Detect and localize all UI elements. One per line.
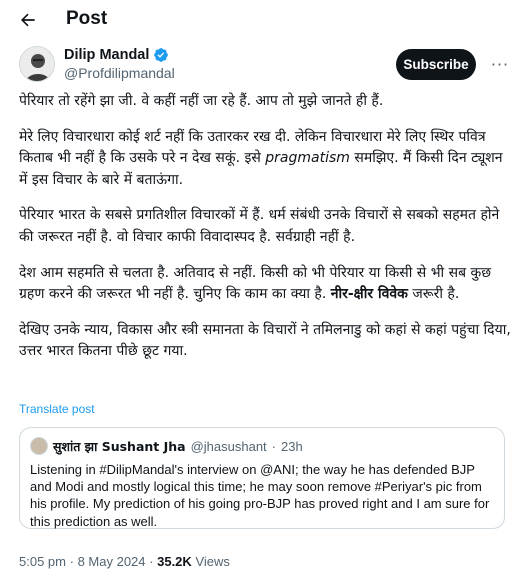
post-paragraph: मेरे लिए विचारधारा कोई शर्ट नहीं कि उतार… bbox=[19, 127, 513, 192]
quoted-post-header: सुशांत झा Sushant Jha @jhasushant · 23h bbox=[30, 437, 303, 455]
avatar-portrait-icon bbox=[20, 47, 54, 81]
back-button[interactable] bbox=[14, 6, 42, 34]
author-avatar[interactable] bbox=[19, 46, 55, 82]
page-title: Post bbox=[66, 8, 108, 29]
quoted-author-avatar bbox=[30, 437, 48, 455]
quoted-post-text: Listening in #DilipMandal's interview on… bbox=[30, 462, 490, 529]
more-dots-icon: ··· bbox=[490, 55, 510, 74]
author-handle[interactable]: @Profdilipmandal bbox=[64, 65, 175, 81]
post-meta: 5:05 pm · 8 May 2024 · 35.2K Views bbox=[19, 554, 230, 569]
author-name: Dilip Mandal bbox=[64, 47, 150, 63]
top-bar: Post bbox=[0, 0, 526, 40]
post-text-span: जरूरी है. bbox=[407, 286, 460, 303]
post-emphasis: pragmatism bbox=[265, 150, 350, 167]
translate-post-link[interactable]: Translate post bbox=[19, 402, 95, 416]
post-paragraph: देश आम सहमति से चलता है. अतिवाद से नहीं.… bbox=[19, 263, 513, 306]
verified-badge-icon bbox=[154, 48, 169, 62]
quoted-post-time: 23h bbox=[281, 438, 303, 454]
post-date[interactable]: 8 May 2024 bbox=[78, 554, 146, 569]
separator-dot: · bbox=[271, 438, 277, 454]
separator-dot: · bbox=[149, 554, 154, 569]
back-arrow-icon bbox=[20, 13, 35, 27]
quoted-author-handle: @jhasushant bbox=[190, 438, 267, 454]
post-text: पेरियार तो रहेंगे झा जी. वे कहीं नहीं जा… bbox=[19, 91, 513, 377]
post-paragraph: पेरियार तो रहेंगे झा जी. वे कहीं नहीं जा… bbox=[19, 93, 384, 109]
more-options-button[interactable]: ··· bbox=[487, 52, 513, 78]
views-label: Views bbox=[195, 554, 230, 569]
post-time[interactable]: 5:05 pm bbox=[19, 554, 66, 569]
author-name-link[interactable]: Dilip Mandal bbox=[64, 47, 169, 63]
quoted-post[interactable]: सुशांत झा Sushant Jha @jhasushant · 23h … bbox=[19, 427, 505, 529]
views-count: 35.2K bbox=[157, 554, 192, 569]
quoted-author-name: सुशांत झा Sushant Jha bbox=[53, 438, 186, 454]
subscribe-button[interactable]: Subscribe bbox=[396, 49, 476, 80]
post-bold-text: नीर-क्षीर विवेक bbox=[330, 286, 408, 303]
post-paragraph: पेरियार भारत के सबसे प्रगतिशील विचारकों … bbox=[19, 207, 500, 245]
post-author: Dilip Mandal @Profdilipmandal Subscribe … bbox=[0, 42, 526, 86]
separator-dot: · bbox=[69, 554, 74, 569]
post-paragraph: देखिए उनके न्याय, विकास और स्त्री समानता… bbox=[19, 321, 511, 360]
